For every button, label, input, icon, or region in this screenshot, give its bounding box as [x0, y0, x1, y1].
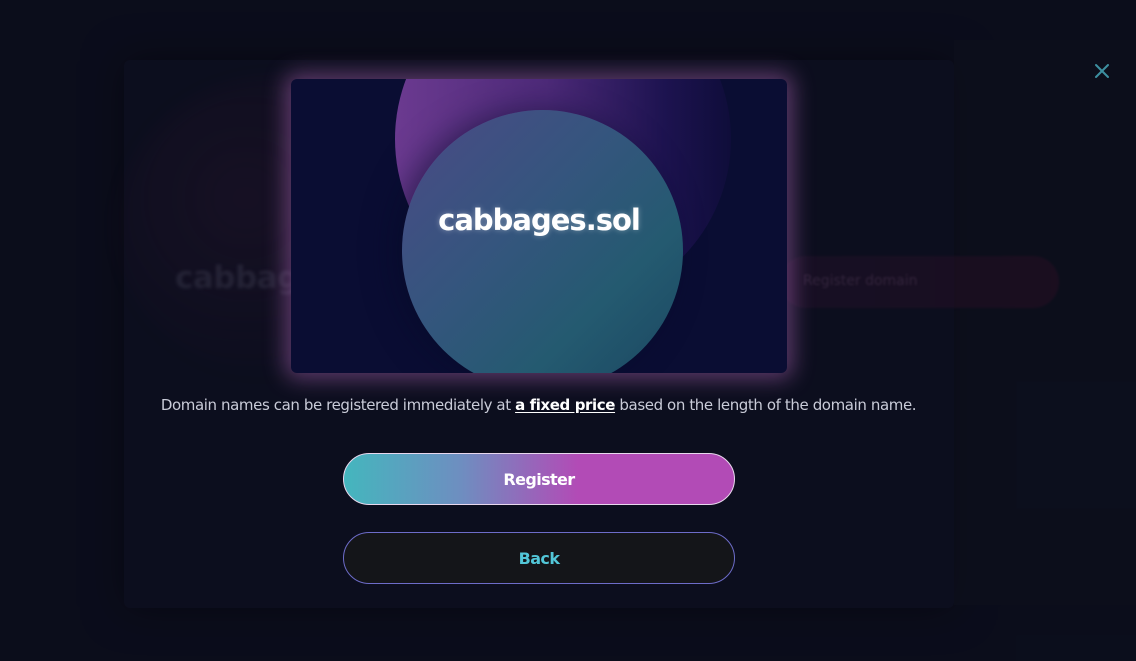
fixed-price-link[interactable]: a fixed price — [515, 396, 615, 414]
info-text: Domain names can be registered immediate… — [0, 396, 1077, 414]
back-button[interactable]: Back — [343, 532, 735, 584]
close-button[interactable] — [1089, 58, 1115, 84]
domain-card: cabbages.sol — [291, 79, 787, 373]
card-circle-teal — [402, 110, 683, 373]
info-text-suffix: based on the length of the domain name. — [615, 396, 917, 414]
register-button[interactable]: Register — [343, 453, 735, 505]
close-icon — [1095, 64, 1109, 78]
info-text-prefix: Domain names can be registered immediate… — [160, 396, 516, 414]
register-button-label: Register — [503, 469, 575, 489]
back-button-label: Back — [518, 548, 560, 568]
card-domain-name: cabbages.sol — [438, 203, 641, 237]
